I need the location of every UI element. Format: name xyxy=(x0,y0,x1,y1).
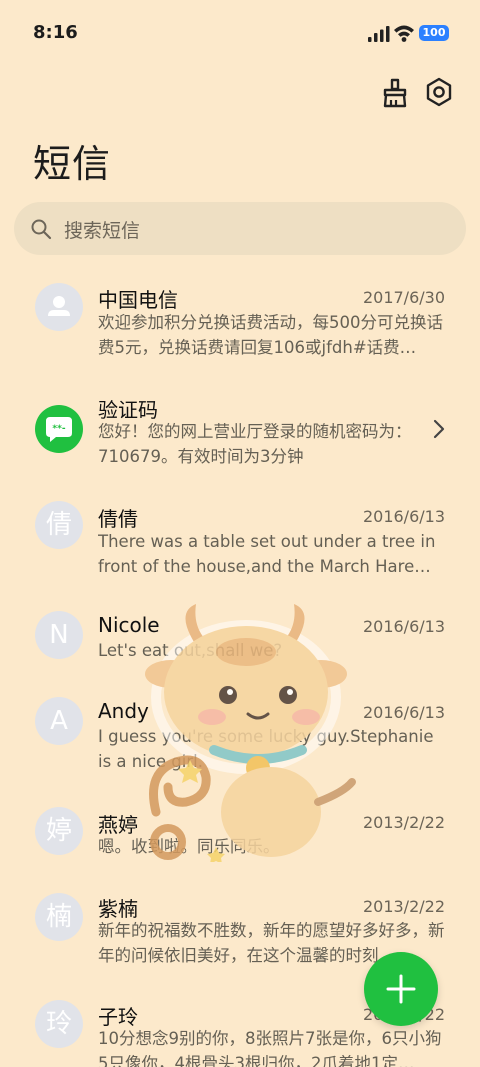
contact-name: Andy xyxy=(98,699,149,723)
message-preview: 您好！您的网上营业厅登录的随机密码为：710679。有效时间为3分钟 xyxy=(98,422,412,466)
avatar: **- xyxy=(35,405,83,453)
contact-name: 中国电信 xyxy=(98,288,178,312)
message-date: 2016/6/13 xyxy=(362,507,445,526)
avatar: N xyxy=(35,611,83,659)
person-icon xyxy=(48,296,70,316)
contact-name: 倩倩 xyxy=(98,507,138,531)
list-item[interactable]: 婷 燕婷 2013/2/22 嗯。收到啦。同乐同乐。 xyxy=(0,790,480,876)
list-item[interactable]: N Nicole 2016/6/13 Let's eat out,shall w… xyxy=(0,594,480,680)
list-item[interactable]: 中国电信 2017/6/30 欢迎参加积分兑换话费活动，每500分可兑换话费5元… xyxy=(0,266,480,374)
new-message-button[interactable] xyxy=(364,952,438,1026)
search-icon xyxy=(31,219,52,240)
message-preview: Let's eat out,shall we? xyxy=(98,641,283,660)
plus-icon xyxy=(386,974,416,1004)
clean-brush-icon[interactable] xyxy=(378,76,412,110)
page-title: 短信 xyxy=(33,142,112,186)
message-date: 2016/6/13 xyxy=(362,617,445,636)
avatar: 玲 xyxy=(35,1000,83,1048)
message-preview: 嗯。收到啦。同乐同乐。 xyxy=(98,837,280,856)
message-date: 2013/2/22 xyxy=(362,897,445,916)
chevron-right-icon[interactable] xyxy=(432,419,446,439)
message-preview: 10分想念9别的你，8张照片7张是你，6只小狗5只像你，4根骨头3根归你，2爪着… xyxy=(98,1029,442,1067)
list-item[interactable]: 倩 倩倩 2016/6/13 There was a table set out… xyxy=(0,484,480,594)
search-input[interactable]: 搜索短信 xyxy=(14,202,466,255)
top-actions xyxy=(0,76,480,116)
avatar xyxy=(35,283,83,331)
status-time: 8:16 xyxy=(33,22,78,43)
message-preview: 欢迎参加积分兑换话费活动，每500分可兑换话费5元，兑换话费请回复106或jfd… xyxy=(98,313,443,357)
message-date: 2013/2/22 xyxy=(362,813,445,832)
message-date: 2016/6/13 xyxy=(362,703,445,722)
svg-text:**-: **- xyxy=(52,424,65,434)
avatar: A xyxy=(35,697,83,745)
wifi-icon xyxy=(394,25,414,42)
settings-gear-icon[interactable] xyxy=(422,76,456,110)
chat-bubble-icon: **- xyxy=(46,417,72,442)
message-date: 2017/6/30 xyxy=(362,288,445,307)
avatar: 婷 xyxy=(35,807,83,855)
contact-name: Nicole xyxy=(98,613,160,637)
message-preview: I guess you're some lucky guy.Stephanie … xyxy=(98,727,434,771)
conversation-list[interactable]: 中国电信 2017/6/30 欢迎参加积分兑换话费活动，每500分可兑换话费5元… xyxy=(0,266,480,1067)
avatar: 楠 xyxy=(35,893,83,941)
list-item[interactable]: **- 验证码 您好！您的网上营业厅登录的随机密码为：710679。有效时间为3… xyxy=(0,374,480,484)
list-item[interactable]: A Andy 2016/6/13 I guess you're some luc… xyxy=(0,680,480,790)
message-preview: There was a table set out under a tree i… xyxy=(98,532,436,576)
search-placeholder: 搜索短信 xyxy=(64,220,141,242)
battery-indicator: 100 xyxy=(419,25,449,41)
signal-icon xyxy=(368,26,390,42)
status-bar: 8:16 100 xyxy=(0,0,480,68)
avatar: 倩 xyxy=(35,501,83,549)
